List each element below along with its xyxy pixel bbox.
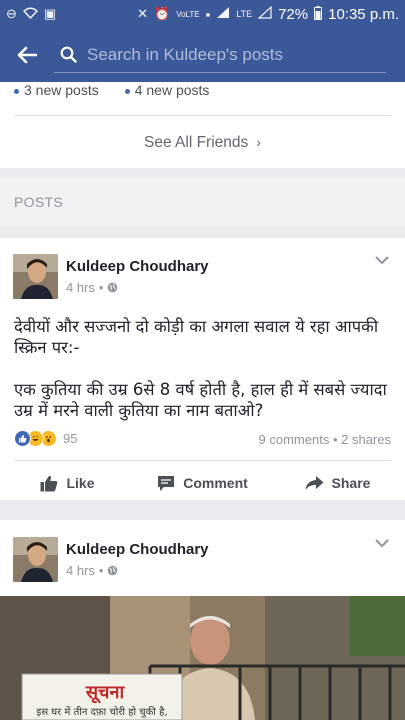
post-meta: 4 hrs • bbox=[66, 280, 118, 295]
post-text-paragraph: एक कुतिया की उम्र 6से 8 वर्ष होती है, हा… bbox=[14, 380, 387, 420]
battery-icon bbox=[314, 5, 323, 23]
post-text-paragraph: देवीयों और सज्जनो दो कोड़ी का अगला सवाल … bbox=[14, 317, 379, 357]
sign-title: सूचना bbox=[85, 682, 126, 704]
section-title: POSTS bbox=[14, 194, 63, 210]
search-icon bbox=[60, 46, 77, 63]
battery-percent: 72% bbox=[278, 5, 309, 23]
avatar[interactable] bbox=[13, 254, 58, 299]
status-bar: ⊖ ▣ ✕ ⏰ VoLTE ▪ LTE 72% 10:35 p.m. bbox=[0, 0, 405, 28]
back-button[interactable] bbox=[0, 28, 54, 82]
search-field[interactable] bbox=[54, 37, 386, 73]
post-time[interactable]: 4 hrs bbox=[66, 563, 95, 578]
signal-icon bbox=[216, 6, 230, 22]
reaction-count: 95 bbox=[63, 431, 78, 446]
search-input[interactable] bbox=[87, 44, 367, 65]
dot-icon bbox=[14, 88, 19, 94]
mute-icon: ✕ bbox=[137, 6, 149, 21]
chevron-right-icon: › bbox=[256, 134, 261, 150]
engagement-stats[interactable]: 9 comments • 2 shares bbox=[259, 432, 391, 447]
post-card: Kuldeep Choudhary 4 hrs • देवीयों और सज्… bbox=[0, 238, 405, 500]
like-reaction-icon bbox=[14, 430, 31, 447]
reaction-summary[interactable]: 95 bbox=[14, 430, 77, 447]
share-icon bbox=[305, 476, 324, 490]
new-posts-badge[interactable]: 3 new posts bbox=[14, 82, 99, 98]
comment-icon bbox=[158, 475, 175, 491]
comment-button[interactable]: Comment bbox=[135, 466, 270, 500]
globe-icon bbox=[108, 282, 118, 293]
posts-section-header: POSTS bbox=[0, 178, 405, 226]
clock: 10:35 p.m. bbox=[328, 5, 399, 23]
post-time[interactable]: 4 hrs bbox=[66, 280, 95, 295]
divider bbox=[14, 460, 391, 461]
avatar[interactable] bbox=[13, 537, 58, 582]
post-meta: 4 hrs • bbox=[66, 563, 118, 578]
divider bbox=[14, 115, 391, 116]
post-author[interactable]: Kuldeep Choudhary bbox=[66, 541, 209, 558]
alarm-icon: ⏰ bbox=[154, 6, 171, 21]
see-all-friends-link[interactable]: See All Friends › bbox=[0, 134, 405, 152]
search-header bbox=[0, 28, 405, 82]
volte-icon: VoLTE bbox=[176, 9, 200, 19]
signal-icon-2 bbox=[257, 5, 272, 22]
dot-icon bbox=[124, 88, 130, 94]
post-card: Kuldeep Choudhary 4 hrs • सूचना इस घर मे… bbox=[0, 520, 405, 720]
post-actions: Like Comment Share bbox=[0, 466, 405, 500]
notification-icon: ⊖ bbox=[6, 6, 17, 21]
wifi-icon bbox=[22, 7, 38, 22]
like-button[interactable]: Like bbox=[0, 466, 135, 500]
thumbs-up-icon bbox=[40, 475, 58, 491]
back-arrow-icon bbox=[17, 46, 37, 64]
share-button[interactable]: Share bbox=[270, 466, 405, 500]
chevron-down-icon[interactable] bbox=[375, 256, 389, 265]
sign-text: इस घर में तीन दफ़ा चोरी हो चुकी है, bbox=[36, 706, 167, 718]
friends-card: 3 new posts 4 new posts See All Friends › bbox=[0, 82, 405, 168]
chevron-down-icon[interactable] bbox=[375, 539, 389, 548]
globe-icon bbox=[108, 565, 118, 576]
new-posts-badge[interactable]: 4 new posts bbox=[124, 82, 209, 98]
comment-count[interactable]: 9 comments bbox=[259, 432, 330, 447]
sim-icon: ▪ bbox=[205, 6, 211, 22]
new-posts-row: 3 new posts 4 new posts bbox=[14, 82, 209, 98]
share-count[interactable]: 2 shares bbox=[341, 432, 391, 447]
network-type: LTE bbox=[236, 9, 253, 19]
post-author[interactable]: Kuldeep Choudhary bbox=[66, 258, 209, 275]
post-body: देवीयों और सज्जनो दो कोड़ी का अगला सवाल … bbox=[14, 316, 394, 442]
post-photo[interactable]: सूचना इस घर में तीन दफ़ा चोरी हो चुकी है… bbox=[0, 596, 405, 720]
gallery-icon: ▣ bbox=[43, 6, 57, 21]
